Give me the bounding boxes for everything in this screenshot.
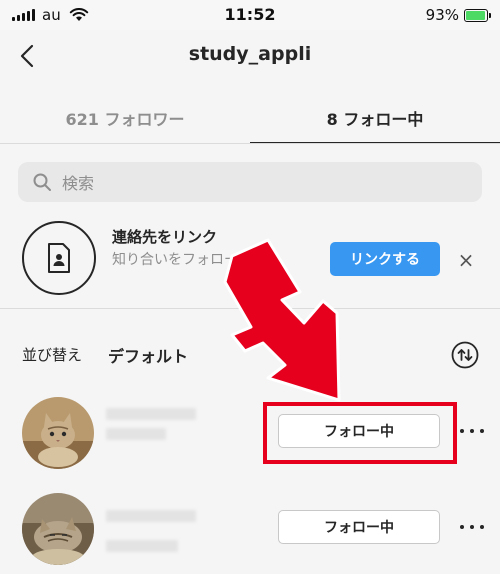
status-bar: au 11:52 93% xyxy=(0,0,500,30)
avatar[interactable] xyxy=(22,493,94,565)
close-icon[interactable]: × xyxy=(454,248,478,272)
section-divider xyxy=(0,308,500,309)
fullname-redacted xyxy=(106,428,166,440)
contact-book-icon xyxy=(48,243,70,273)
sort-value[interactable]: デフォルト xyxy=(108,343,188,367)
nav-header: study_appli xyxy=(0,30,500,82)
tab-following[interactable]: 8 フォロー中 xyxy=(250,90,500,144)
contacts-title: 連絡先をリンク xyxy=(112,228,218,246)
follow-tabs: 621 フォロワー 8 フォロー中 xyxy=(0,90,500,144)
more-options-icon[interactable] xyxy=(460,423,484,439)
tab-followers[interactable]: 621 フォロワー xyxy=(0,90,250,144)
tabs-divider xyxy=(0,143,500,144)
page-title: study_appli xyxy=(188,43,312,65)
fullname-redacted xyxy=(106,540,178,552)
following-button[interactable]: フォロー中 xyxy=(278,510,440,544)
status-right: 93% xyxy=(425,6,491,24)
search-icon xyxy=(33,173,51,191)
username-redacted xyxy=(106,408,196,420)
link-contacts-button[interactable]: リンクする xyxy=(330,242,440,276)
search-input[interactable]: 検索 xyxy=(18,162,482,202)
avatar[interactable] xyxy=(22,397,94,469)
contacts-description: 知り合いをフォローしよう xyxy=(112,252,280,268)
sort-arrows-icon[interactable] xyxy=(451,341,479,369)
battery-icon xyxy=(464,8,491,22)
battery-level xyxy=(466,10,485,20)
sort-label: 並び替え xyxy=(22,346,83,364)
more-options-icon[interactable] xyxy=(460,519,484,535)
username-redacted xyxy=(106,510,196,522)
highlight-box xyxy=(263,402,457,464)
battery-percent: 93% xyxy=(425,6,459,24)
contacts-icon-circle xyxy=(22,221,96,295)
search-placeholder: 検索 xyxy=(62,174,95,193)
